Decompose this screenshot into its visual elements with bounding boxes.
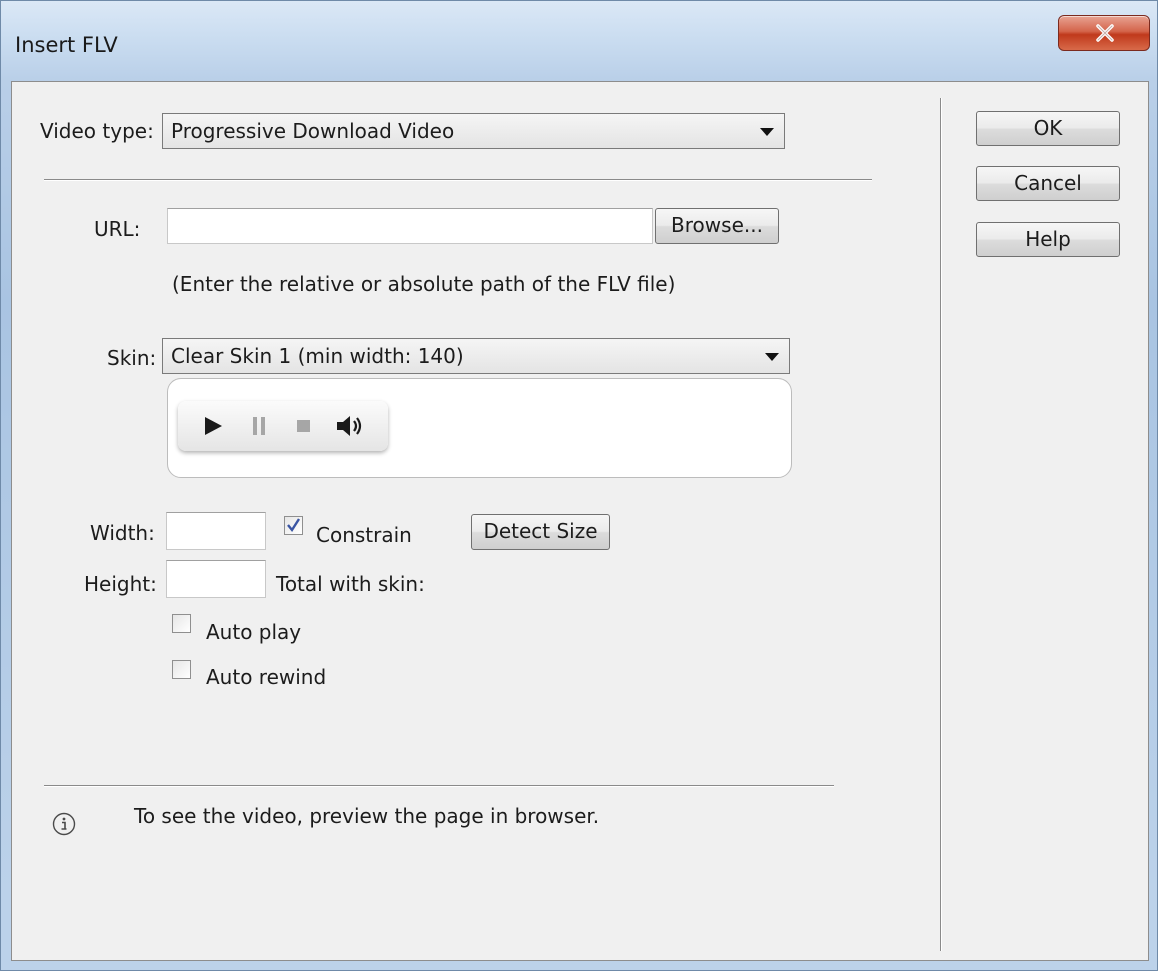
play-icon [205, 417, 222, 435]
volume-icon [337, 416, 362, 436]
help-button[interactable]: Help [976, 222, 1120, 257]
ok-button[interactable]: OK [976, 111, 1120, 146]
url-label: URL: [94, 217, 141, 241]
video-type-label: Video type: [40, 119, 154, 143]
checkmark-icon [287, 518, 301, 533]
bottom-divider [44, 785, 834, 787]
video-type-select[interactable]: Progressive Download Video [162, 113, 785, 149]
top-divider [44, 179, 872, 181]
skin-preview [167, 378, 792, 478]
close-button[interactable] [1058, 15, 1150, 51]
constrain-label: Constrain [316, 523, 412, 547]
info-text: To see the video, preview the page in br… [134, 804, 600, 828]
dialog-body: Video type: Progressive Download Video U… [11, 81, 1149, 961]
info-icon [52, 812, 76, 836]
stop-icon [297, 420, 310, 432]
skin-controller-bar [178, 401, 388, 451]
url-input[interactable] [167, 208, 653, 244]
browse-button[interactable]: Browse... [655, 208, 779, 244]
button-column-divider [940, 98, 942, 951]
close-icon [1096, 24, 1114, 42]
video-type-value: Progressive Download Video [171, 119, 455, 143]
auto-rewind-checkbox[interactable] [172, 660, 191, 679]
chevron-down-icon [765, 353, 779, 361]
cancel-button[interactable]: Cancel [976, 166, 1120, 201]
auto-rewind-label: Auto rewind [206, 665, 327, 689]
title-bar[interactable]: Insert FLV [1, 1, 1158, 81]
width-input[interactable] [166, 512, 266, 550]
pause-icon [253, 417, 265, 435]
window-title: Insert FLV [15, 33, 118, 57]
detect-size-button[interactable]: Detect Size [471, 514, 610, 550]
url-hint: (Enter the relative or absolute path of … [172, 272, 676, 296]
constrain-checkbox[interactable] [284, 516, 303, 535]
skin-select[interactable]: Clear Skin 1 (min width: 140) [162, 338, 790, 374]
auto-play-checkbox[interactable] [172, 614, 191, 633]
height-label: Height: [84, 572, 157, 596]
auto-play-label: Auto play [206, 620, 302, 644]
total-with-skin-label: Total with skin: [276, 572, 425, 596]
width-label: Width: [90, 521, 155, 545]
insert-flv-dialog: Insert FLV Video type: Progressive Downl… [0, 0, 1158, 971]
height-input[interactable] [166, 560, 266, 598]
chevron-down-icon [760, 128, 774, 136]
skin-value: Clear Skin 1 (min width: 140) [171, 344, 464, 368]
skin-label: Skin: [107, 346, 157, 370]
